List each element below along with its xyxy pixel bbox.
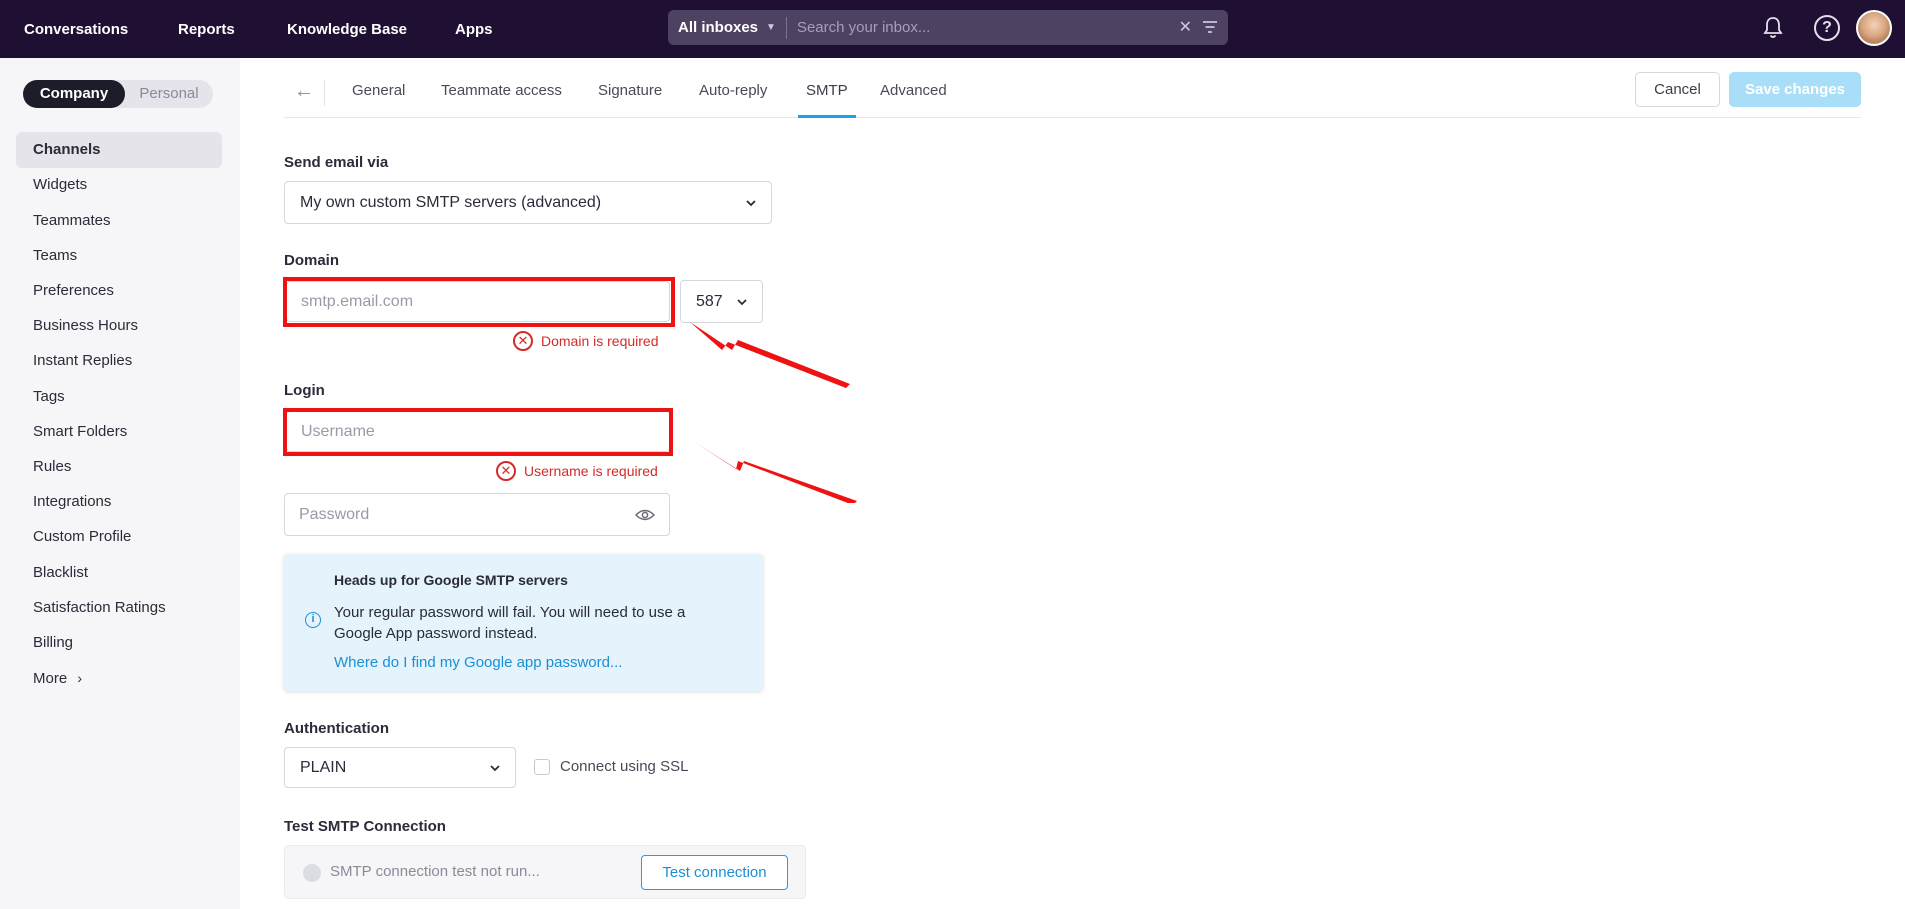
authentication-label: Authentication — [284, 720, 389, 737]
send-via-select[interactable]: My own custom SMTP servers (advanced) — [284, 181, 772, 224]
sidebar-item-channels[interactable]: Channels — [16, 132, 222, 168]
info-icon: i — [305, 612, 321, 628]
sidebar-item-teammates[interactable]: Teammates — [16, 203, 222, 239]
bell-icon[interactable] — [1762, 16, 1784, 40]
nav-reports[interactable]: Reports — [178, 0, 235, 58]
clear-search-icon[interactable]: ✕ — [1179, 17, 1192, 37]
chevron-down-icon — [490, 764, 500, 771]
port-value: 587 — [696, 292, 723, 310]
domain-error-text: Domain is required — [541, 333, 659, 349]
chevron-down-icon — [746, 199, 756, 206]
avatar[interactable] — [1856, 10, 1892, 46]
sidebar-item-widgets[interactable]: Widgets — [16, 167, 222, 203]
tab-divider — [324, 80, 325, 106]
nav-knowledge-base[interactable]: Knowledge Base — [287, 0, 407, 58]
help-icon[interactable]: ? — [1814, 15, 1840, 41]
username-error: ✕ Username is required — [496, 461, 658, 481]
toggle-company[interactable]: Company — [23, 80, 125, 108]
sidebar-item-smart-folders[interactable]: Smart Folders — [16, 414, 222, 450]
sidebar-item-more-label: More — [33, 670, 68, 687]
tab-teammate-access[interactable]: Teammate access — [441, 70, 562, 118]
notice-body: Your regular password will fail. You wil… — [334, 604, 686, 642]
password-input[interactable]: Password — [284, 493, 670, 536]
filter-icon[interactable] — [1202, 19, 1218, 35]
inbox-selector-label: All inboxes — [678, 19, 759, 36]
send-via-value: My own custom SMTP servers (advanced) — [300, 193, 602, 211]
status-dot — [303, 864, 321, 882]
error-x-icon: ✕ — [496, 461, 516, 481]
ssl-label[interactable]: Connect using SSL — [560, 758, 688, 775]
scope-toggle: Company Personal — [23, 80, 213, 108]
settings-tabs: ← General Teammate access Signature Auto… — [284, 70, 1861, 118]
sidebar-item-preferences[interactable]: Preferences — [16, 273, 222, 309]
sidebar-item-tags[interactable]: Tags — [16, 379, 222, 415]
sidebar-item-custom-profile[interactable]: Custom Profile — [16, 519, 222, 555]
nav-conversations[interactable]: Conversations — [24, 0, 128, 58]
authentication-value: PLAIN — [300, 758, 347, 776]
password-placeholder: Password — [299, 505, 370, 523]
cancel-button[interactable]: Cancel — [1635, 72, 1720, 107]
sidebar-item-integrations[interactable]: Integrations — [16, 484, 222, 520]
sidebar-item-blacklist[interactable]: Blacklist — [16, 555, 222, 591]
smtp-test-panel: SMTP connection test not run... Test con… — [284, 845, 806, 899]
annotation-highlight-domain — [283, 277, 675, 327]
tab-auto-reply[interactable]: Auto-reply — [699, 70, 767, 118]
google-app-password-link[interactable]: Where do I find my Google app password..… — [334, 654, 622, 671]
send-via-label: Send email via — [284, 154, 389, 171]
nav-apps[interactable]: Apps — [455, 0, 493, 58]
chevron-down-icon — [737, 298, 747, 305]
error-x-icon: ✕ — [513, 331, 533, 351]
chevron-right-icon: › — [77, 670, 83, 686]
search-bar: All inboxes ▼ ✕ — [668, 10, 1228, 45]
tab-advanced[interactable]: Advanced — [880, 70, 947, 118]
domain-label: Domain — [284, 252, 340, 269]
tab-signature[interactable]: Signature — [598, 70, 662, 118]
test-connection-button[interactable]: Test connection — [641, 855, 788, 890]
authentication-select[interactable]: PLAIN — [284, 747, 516, 788]
sidebar-item-business-hours[interactable]: Business Hours — [16, 308, 222, 344]
sidebar-item-more[interactable]: More › — [16, 660, 222, 696]
annotation-arrow-domain — [690, 322, 850, 388]
sidebar-item-instant-replies[interactable]: Instant Replies — [16, 343, 222, 379]
notice-title: Heads up for Google SMTP servers — [334, 572, 568, 588]
test-smtp-label: Test SMTP Connection — [284, 818, 446, 835]
sidebar-item-billing[interactable]: Billing — [16, 625, 222, 661]
eye-icon[interactable] — [635, 508, 655, 522]
save-changes-button[interactable]: Save changes — [1729, 72, 1861, 107]
back-arrow-icon[interactable]: ← — [294, 80, 314, 103]
chevron-down-icon: ▼ — [766, 22, 776, 33]
search-input[interactable] — [786, 19, 1177, 36]
top-bar: Conversations Reports Knowledge Base App… — [0, 0, 1905, 58]
inbox-selector[interactable]: All inboxes ▼ — [668, 16, 787, 39]
sidebar-item-satisfaction-ratings[interactable]: Satisfaction Ratings — [16, 590, 222, 626]
tab-smtp[interactable]: SMTP — [798, 70, 856, 118]
tab-general[interactable]: General — [352, 70, 405, 118]
domain-error: ✕ Domain is required — [513, 331, 659, 351]
username-error-text: Username is required — [524, 463, 658, 479]
sidebar-item-rules[interactable]: Rules — [16, 449, 222, 485]
google-smtp-notice: i Heads up for Google SMTP servers Your … — [284, 554, 763, 691]
login-label: Login — [284, 382, 325, 399]
sidebar-item-teams[interactable]: Teams — [16, 238, 222, 274]
annotation-highlight-username — [283, 408, 673, 456]
toggle-personal[interactable]: Personal — [125, 80, 213, 108]
test-status-text: SMTP connection test not run... — [330, 863, 540, 880]
annotation-arrow-username — [696, 443, 857, 503]
ssl-checkbox[interactable] — [534, 759, 550, 775]
